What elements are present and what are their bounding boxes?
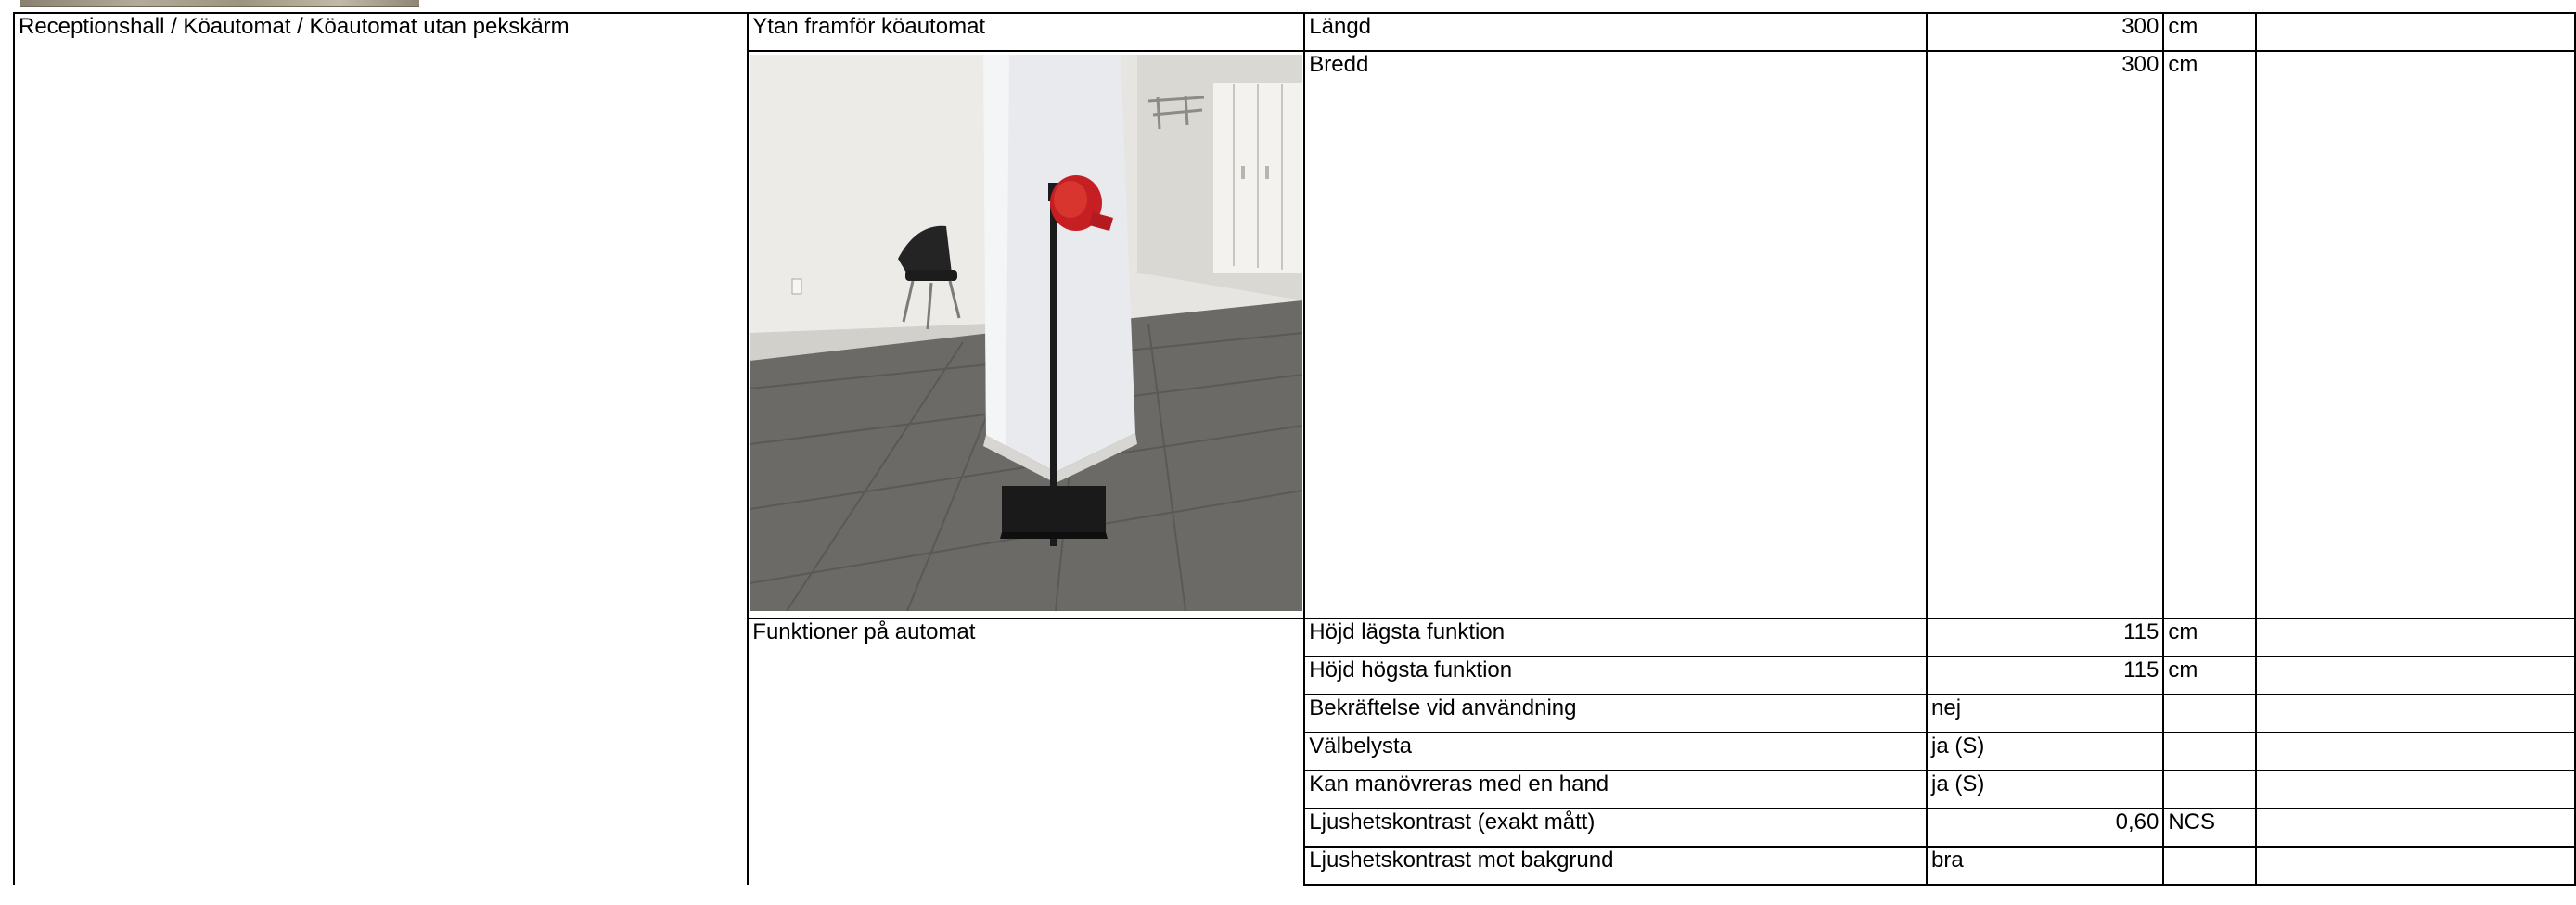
inventory-table: Receptionshall / Köautomat / Köautomat u…: [12, 12, 2576, 886]
row-value: 300: [1926, 12, 2165, 52]
row-note: [2255, 656, 2576, 695]
row-label: Längd: [1303, 12, 1929, 52]
row-label: Bekräftelse vid användning: [1303, 694, 1929, 733]
queue-machine-photo: [750, 55, 1303, 611]
row-label: Ljushetskontrast (exakt mått): [1303, 808, 1929, 848]
row-unit: NCS: [2162, 808, 2258, 848]
row-unit: [2162, 732, 2258, 771]
row-unit: [2162, 694, 2258, 733]
row-label: Välbelysta: [1303, 732, 1929, 771]
row-note: [2255, 12, 2576, 52]
group-label-surface: Ytan framför köautomat: [747, 12, 1306, 52]
row-unit: cm: [2162, 12, 2258, 52]
row-note: [2255, 50, 2576, 619]
row-label: Höjd lägsta funktion: [1303, 618, 1929, 657]
row-unit: cm: [2162, 656, 2258, 695]
row-value: 0,60: [1926, 808, 2165, 848]
row-value: bra: [1926, 846, 2165, 886]
row-note: [2255, 618, 2576, 657]
row-value: 115: [1926, 656, 2165, 695]
surface-photo-cell: [747, 50, 1306, 619]
row-note: [2255, 808, 2576, 848]
row-label: Kan manövreras med en hand: [1303, 770, 1929, 809]
row-unit: cm: [2162, 50, 2258, 619]
row-label: Ljushetskontrast mot bakgrund: [1303, 846, 1929, 886]
row-value: nej: [1926, 694, 2165, 733]
row-value: ja (S): [1926, 770, 2165, 809]
row-value: 115: [1926, 618, 2165, 657]
row-unit: [2162, 846, 2258, 886]
row-label: Höjd högsta funktion: [1303, 656, 1929, 695]
previous-photo-strip: [20, 0, 419, 7]
row-note: [2255, 846, 2576, 886]
row-unit: [2162, 770, 2258, 809]
group-label-functions: Funktioner på automat: [747, 618, 1306, 885]
row-value: 300: [1926, 50, 2165, 619]
row-unit: cm: [2162, 618, 2258, 657]
row-note: [2255, 732, 2576, 771]
row-note: [2255, 770, 2576, 809]
row-label: Bredd: [1303, 50, 1929, 619]
table-row: Receptionshall / Köautomat / Köautomat u…: [12, 12, 2576, 885]
row-value: ja (S): [1926, 732, 2165, 771]
location-path: Receptionshall / Köautomat / Köautomat u…: [12, 12, 750, 885]
row-note: [2255, 694, 2576, 733]
